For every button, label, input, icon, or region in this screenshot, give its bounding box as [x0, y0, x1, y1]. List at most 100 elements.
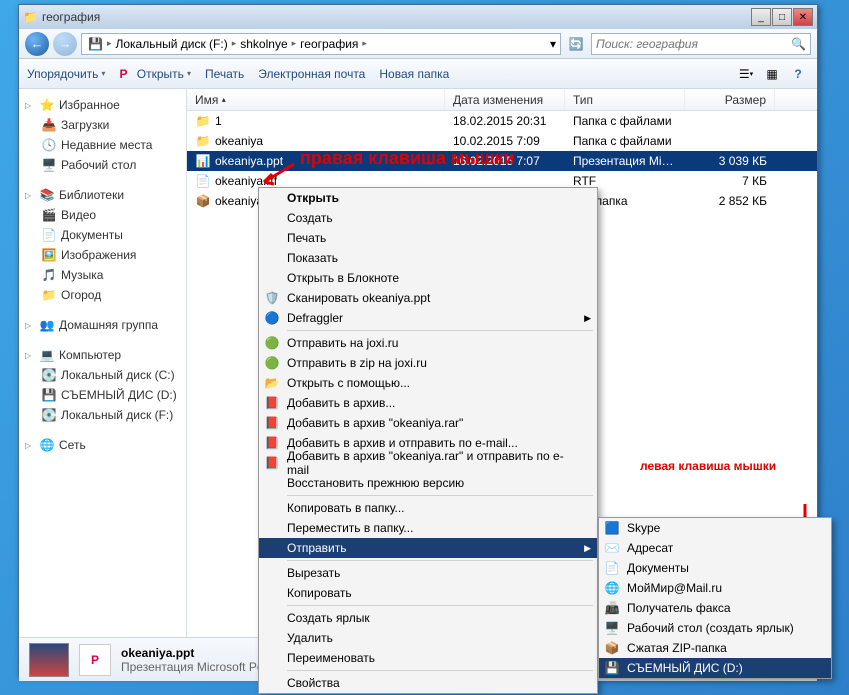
- nav-desktop[interactable]: 🖥️Рабочий стол: [19, 155, 186, 175]
- nav-recent[interactable]: 🕓Недавние места: [19, 135, 186, 155]
- maximize-button[interactable]: □: [772, 8, 792, 26]
- context-item[interactable]: Открыть в Блокноте: [259, 268, 597, 288]
- nav-drive-c[interactable]: 💽Локальный диск (C:): [19, 365, 186, 385]
- nav-downloads[interactable]: 📥Загрузки: [19, 115, 186, 135]
- nav-libraries[interactable]: ▷📚Библиотеки: [19, 185, 186, 205]
- print-button[interactable]: Печать: [205, 67, 244, 81]
- context-item[interactable]: Показать: [259, 248, 597, 268]
- organize-button[interactable]: Упорядочить▾: [27, 67, 105, 81]
- context-item[interactable]: Копировать: [259, 583, 597, 603]
- refresh-button[interactable]: 🔄: [565, 34, 587, 54]
- context-item[interactable]: 🟢Отправить на joxi.ru: [259, 333, 597, 353]
- nav-pane[interactable]: ▷⭐Избранное 📥Загрузки 🕓Недавние места 🖥️…: [19, 89, 187, 637]
- column-header[interactable]: Имя ▴ Дата изменения Тип Размер: [187, 89, 817, 111]
- context-item[interactable]: Переместить в папку...: [259, 518, 597, 538]
- sendto-item[interactable]: ✉️ Адресат: [599, 538, 831, 558]
- nav-network[interactable]: ▷🌐Сеть: [19, 435, 186, 455]
- file-icon: 📁: [195, 133, 211, 149]
- nav-favorites[interactable]: ▷⭐Избранное: [19, 95, 186, 115]
- help-button[interactable]: ?: [787, 64, 809, 84]
- newfolder-button[interactable]: Новая папка: [379, 67, 449, 81]
- bc-seg[interactable]: география: [298, 37, 360, 51]
- nav-documents[interactable]: 📄Документы: [19, 225, 186, 245]
- search-icon[interactable]: 🔍: [791, 37, 806, 51]
- mailru-icon: 🌐: [603, 579, 621, 597]
- sendto-item[interactable]: 🖥️Рабочий стол (создать ярлык): [599, 618, 831, 638]
- context-item[interactable]: Вырезать: [259, 563, 597, 583]
- context-label: Defraggler: [287, 311, 343, 325]
- nav-videos[interactable]: 🎬Видео: [19, 205, 186, 225]
- sendto-label: СЪЕМНЫЙ ДИС (D:): [627, 661, 743, 675]
- open-button[interactable]: P Открыть▾: [119, 67, 191, 81]
- search-box[interactable]: 🔍: [591, 33, 811, 55]
- back-button[interactable]: ←: [25, 32, 49, 56]
- nav-drive-f[interactable]: 💽Локальный диск (F:): [19, 405, 186, 425]
- nav-music[interactable]: 🎵Музыка: [19, 265, 186, 285]
- context-item[interactable]: Свойства: [259, 673, 597, 693]
- context-item[interactable]: Копировать в папку...: [259, 498, 597, 518]
- bc-seg[interactable]: shkolnye: [238, 37, 289, 51]
- context-item[interactable]: Отправить▶: [259, 538, 597, 558]
- nav-drive-d[interactable]: 💾СЪЕМНЫЙ ДИС (D:): [19, 385, 186, 405]
- context-item[interactable]: 📕Добавить в архив "okeaniya.rar" и отпра…: [259, 453, 597, 473]
- sendto-item[interactable]: 📦Сжатая ZIP-папка: [599, 638, 831, 658]
- context-item[interactable]: 📂Открыть с помощью...: [259, 373, 597, 393]
- context-label: Отправить в zip на joxi.ru: [287, 356, 427, 370]
- col-size[interactable]: Размер: [685, 89, 775, 110]
- sendto-submenu[interactable]: 🟦Skype✉️ Адресат 📄Документы🌐МойМир@Mail.ru…: [598, 517, 832, 679]
- sendto-item[interactable]: 📠Получатель факса: [599, 598, 831, 618]
- joxi-icon: 🟢: [263, 354, 281, 372]
- context-item[interactable]: Создать ярлык: [259, 608, 597, 628]
- folder-icon: 📁: [23, 10, 38, 24]
- col-type[interactable]: Тип: [565, 89, 685, 110]
- context-label: Показать: [287, 251, 338, 265]
- forward-button[interactable]: →: [53, 32, 77, 56]
- sendto-item[interactable]: 🟦Skype: [599, 518, 831, 538]
- context-item[interactable]: Переименовать: [259, 648, 597, 668]
- music-icon: 🎵: [41, 267, 57, 283]
- search-input[interactable]: [596, 37, 791, 51]
- context-item[interactable]: 🟢 Отправить в zip на joxi.ru: [259, 353, 597, 373]
- mail-icon: ✉️: [603, 539, 621, 557]
- context-menu[interactable]: ОткрытьСоздать Печать Показать Открыть в Бл…: [258, 187, 598, 694]
- file-row[interactable]: 📁okeaniya10.02.2015 7:09Папка с файлами: [187, 131, 817, 151]
- context-item[interactable]: Открыть: [259, 188, 597, 208]
- view-button[interactable]: ☰▾: [735, 64, 757, 84]
- context-item[interactable]: Восстановить прежнюю версию: [259, 473, 597, 493]
- file-name: okeaniya: [215, 134, 263, 148]
- minimize-button[interactable]: _: [751, 8, 771, 26]
- desktop-icon: 🖥️: [41, 157, 57, 173]
- context-label: Печать: [287, 231, 326, 245]
- nav-computer[interactable]: ▷💻Компьютер: [19, 345, 186, 365]
- close-button[interactable]: ✕: [793, 8, 813, 26]
- titlebar[interactable]: 📁 география _ □ ✕: [19, 5, 817, 29]
- context-item[interactable]: Создать: [259, 208, 597, 228]
- status-type-icon: P: [79, 644, 111, 676]
- context-item[interactable]: 🔵Defraggler▶: [259, 308, 597, 328]
- context-item[interactable]: Удалить: [259, 628, 597, 648]
- nav-custom[interactable]: 📁Огород: [19, 285, 186, 305]
- sendto-item[interactable]: 💾СЪЕМНЫЙ ДИС (D:): [599, 658, 831, 678]
- file-row[interactable]: 📁118.02.2015 20:31Папка с файлами: [187, 111, 817, 131]
- context-item[interactable]: 🛡️Сканировать okeaniya.ppt: [259, 288, 597, 308]
- docs-icon: 📄: [603, 559, 621, 577]
- nav-pictures[interactable]: 🖼️Изображения: [19, 245, 186, 265]
- col-name[interactable]: Имя ▴: [187, 89, 445, 110]
- context-item[interactable]: 📕Добавить в архив...: [259, 393, 597, 413]
- email-button[interactable]: Электронная почта: [258, 67, 365, 81]
- file-type: Папка с файлами: [565, 134, 685, 148]
- context-label: Отправить на joxi.ru: [287, 336, 398, 350]
- sendto-label: Адресат: [627, 541, 673, 555]
- rar-icon: 📕: [263, 454, 281, 472]
- file-row[interactable]: 📊okeaniya.ppt16.02.2015 7:07Презентация …: [187, 151, 817, 171]
- breadcrumb[interactable]: 💾 ▸ Локальный диск (F:) ▸ shkolnye ▸ гео…: [81, 33, 561, 55]
- preview-button[interactable]: ▦: [761, 64, 783, 84]
- col-date[interactable]: Дата изменения: [445, 89, 565, 110]
- context-item[interactable]: Печать: [259, 228, 597, 248]
- open-icon: 📂: [263, 374, 281, 392]
- sendto-item[interactable]: 📄Документы: [599, 558, 831, 578]
- nav-homegroup[interactable]: ▷👥Домашняя группа: [19, 315, 186, 335]
- bc-seg[interactable]: Локальный диск (F:): [113, 37, 229, 51]
- context-item[interactable]: 📕Добавить в архив "okeaniya.rar": [259, 413, 597, 433]
- sendto-item[interactable]: 🌐МойМир@Mail.ru: [599, 578, 831, 598]
